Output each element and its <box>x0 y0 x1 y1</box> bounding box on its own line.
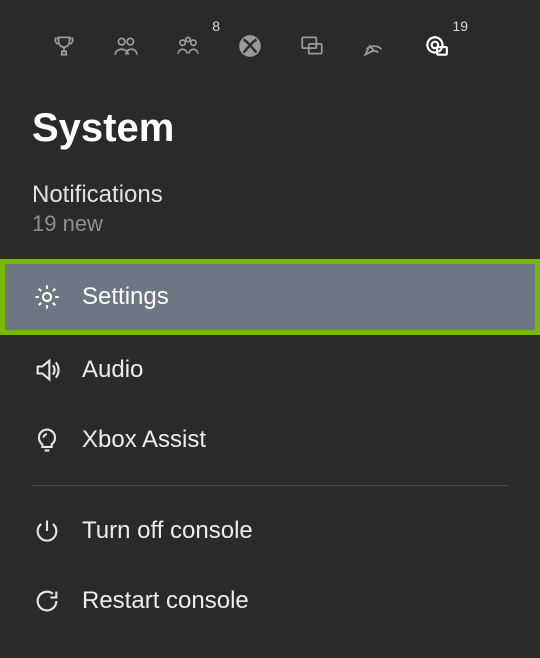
menu-item-label: Audio <box>82 356 143 384</box>
people-icon <box>113 33 139 64</box>
menu-item-label: Turn off console <box>82 517 253 545</box>
menu-item-audio[interactable]: Audio <box>0 335 540 405</box>
party-icon <box>175 33 201 64</box>
menu-item-label: Restart console <box>82 587 249 615</box>
notifications-item[interactable]: Notifications 19 new <box>32 181 540 237</box>
menu-item-xbox-assist[interactable]: Xbox Assist <box>0 405 540 475</box>
notifications-label: Notifications <box>32 181 540 209</box>
menu-item-label: Xbox Assist <box>82 426 206 454</box>
menu-divider <box>32 485 508 486</box>
system-badge: 19 <box>452 18 468 34</box>
messages-tab[interactable] <box>298 34 326 62</box>
party-badge: 8 <box>212 18 220 34</box>
system-menu: Settings Audio Xbox Assist Turn off cons… <box>0 259 540 636</box>
restart-icon <box>32 586 62 616</box>
satellite-icon <box>361 33 387 64</box>
achievements-tab[interactable] <box>50 34 78 62</box>
party-tab[interactable]: 8 <box>174 34 202 62</box>
broadcast-tab[interactable] <box>360 34 388 62</box>
notifications-count: 19 new <box>32 211 540 237</box>
gear-icon <box>32 282 62 312</box>
friends-tab[interactable] <box>112 34 140 62</box>
system-tab[interactable]: 19 <box>422 34 450 62</box>
menu-item-turn-off[interactable]: Turn off console <box>0 496 540 566</box>
speaker-icon <box>32 355 62 385</box>
gear-chat-icon <box>423 33 449 64</box>
page-title: System <box>32 106 540 151</box>
menu-item-label: Settings <box>82 283 169 311</box>
menu-item-settings[interactable]: Settings <box>0 259 540 335</box>
lightbulb-icon <box>32 425 62 455</box>
power-icon <box>32 516 62 546</box>
xbox-icon <box>237 33 263 64</box>
trophy-icon <box>51 33 77 64</box>
home-tab[interactable] <box>236 34 264 62</box>
top-icon-bar: 8 19 <box>0 0 540 62</box>
chat-icon <box>299 33 325 64</box>
menu-item-restart[interactable]: Restart console <box>0 566 540 636</box>
